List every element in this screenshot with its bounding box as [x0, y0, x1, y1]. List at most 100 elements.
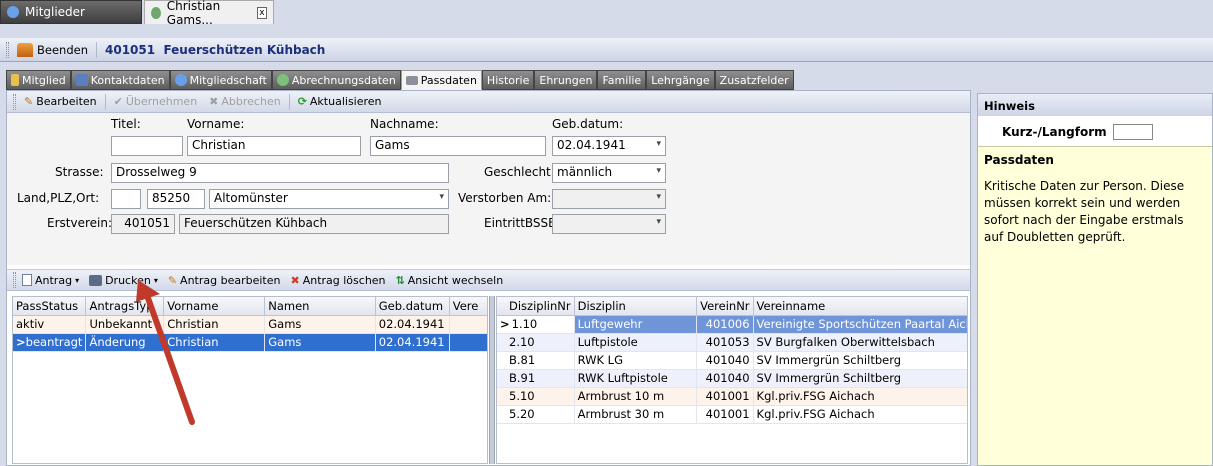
city-select[interactable]: Altomünster ▾ — [209, 189, 449, 209]
table-cell: RWK LG — [574, 351, 698, 370]
table-cell: RWK Luftpistole — [574, 369, 698, 388]
tab-person[interactable]: Christian Gams... x — [144, 0, 274, 27]
column-header[interactable]: Disziplin — [574, 297, 698, 316]
application-label: Antrag — [35, 273, 73, 287]
refresh-button[interactable]: ⟳ Aktualisieren — [294, 95, 386, 108]
table-row[interactable]: 5.20 Armbrust 30 m 401001 Kgl.priv.FSG A… — [497, 405, 967, 424]
title-field[interactable] — [111, 136, 183, 156]
cell-text: 1.10 — [511, 317, 538, 331]
table-cell: 2.10 — [497, 333, 575, 352]
exit-icon — [17, 42, 33, 57]
hint-header: Hinweis — [978, 94, 1212, 116]
discipline-header-row: DisziplinNr Disziplin VereinNr Vereinnam… — [497, 297, 967, 316]
toolbar-grip — [6, 41, 9, 58]
table-cell: Luftpistole — [574, 333, 698, 352]
chevron-down-icon[interactable]: ▾ — [75, 276, 79, 285]
tab-label: Mitgliedschaft — [189, 73, 267, 87]
cancel-label: Abbrechen — [221, 95, 281, 108]
table-cell: SV Burgfalken Oberwittelsbach — [753, 333, 967, 352]
delete-application-label: Antrag löschen — [302, 273, 386, 287]
firstname-field[interactable]: Christian — [187, 136, 361, 156]
table-row[interactable]: 2.10 Luftpistole 401053 SV Burgfalken Ob… — [497, 333, 967, 352]
switch-view-button[interactable]: ⇅ Ansicht wechseln — [392, 274, 508, 287]
city-value: Altomünster — [214, 191, 288, 205]
bssb-field[interactable]: ▾ — [552, 214, 666, 234]
billing-icon — [276, 74, 289, 86]
tab-mitglieder[interactable]: Mitglieder — [0, 0, 142, 24]
lastname-field[interactable]: Gams — [370, 136, 546, 156]
table-cell: 401001 — [696, 387, 754, 406]
table-row[interactable]: B.91 RWK Luftpistole 401040 SV Immergrün… — [497, 369, 967, 388]
table-row-selected[interactable]: >beantragt Änderung Christian Gams 02.04… — [13, 333, 487, 352]
edit-toolbar: ✎ Bearbeiten ✔ Übernehmen ✖ Abbrechen ⟳ Aktu… — [7, 91, 970, 113]
tab-zusatzfelder[interactable]: Zusatzfelder — [714, 70, 794, 90]
gender-label: Geschlecht: — [484, 165, 555, 179]
toolbar-grip — [13, 272, 16, 288]
table-cell: Gams — [264, 333, 376, 352]
column-header[interactable]: DisziplinNr — [497, 297, 575, 316]
grid-splitter[interactable] — [489, 296, 495, 464]
toggle-label: Kurz-/Langform — [1002, 125, 1107, 139]
separator — [288, 93, 290, 110]
tab-abrechnungsdaten[interactable]: Abrechnungsdaten — [271, 70, 401, 90]
chevron-down-icon[interactable]: ▾ — [439, 192, 444, 202]
edit-button[interactable]: ✎ Bearbeiten — [20, 95, 101, 108]
application-button[interactable]: Antrag ▾ — [18, 274, 83, 287]
short-long-toggle[interactable]: Kurz-/Langform — [1002, 124, 1153, 140]
column-header[interactable]: PassStatus — [13, 297, 87, 316]
chevron-down-icon[interactable]: ▾ — [656, 217, 661, 227]
tab-label: Abrechnungsdaten — [291, 73, 396, 87]
discipline-table: DisziplinNr Disziplin VereinNr Vereinnam… — [497, 297, 967, 424]
birthdate-field[interactable]: 02.04.1941 ▾ — [552, 136, 666, 156]
column-header[interactable]: VereinNr — [696, 297, 754, 316]
apply-button[interactable]: ✔ Übernehmen — [110, 95, 202, 108]
zip-field[interactable]: 85250 — [147, 189, 205, 209]
pass-header-row: PassStatus AntragsTyp Vorname Namen Geb.… — [13, 297, 487, 316]
chevron-down-icon[interactable]: ▾ — [656, 166, 661, 176]
tab-familie[interactable]: Familie — [597, 70, 647, 90]
table-cell: 401053 — [696, 333, 754, 352]
column-header[interactable]: Vereinname — [753, 297, 967, 316]
bssb-label: EintrittBSSB: — [484, 216, 561, 230]
cancel-button[interactable]: ✖ Abbrechen — [205, 95, 285, 108]
column-header[interactable]: Geb.datum — [375, 297, 450, 316]
pass-table: PassStatus AntragsTyp Vorname Namen Geb.… — [13, 297, 487, 352]
delete-application-button[interactable]: ✖ Antrag löschen — [286, 274, 389, 287]
firstclub-nr-field[interactable]: 401051 — [111, 214, 175, 234]
tab-historie[interactable]: Historie — [481, 70, 535, 90]
pencil-icon: ✎ — [24, 95, 34, 108]
exit-button[interactable]: Beenden — [17, 42, 88, 57]
toggle-switch[interactable] — [1112, 124, 1153, 140]
table-cell: 5.20 — [497, 405, 575, 424]
birthdate-value: 02.04.1941 — [557, 138, 626, 152]
cross-icon: ✖ — [209, 95, 219, 108]
table-row-selected[interactable]: >1.10 Luftgewehr 401006 Vereinigte Sport… — [497, 315, 967, 334]
tab-lehrgaenge[interactable]: Lehrgänge — [646, 70, 715, 90]
table-row[interactable]: B.81 RWK LG 401040 SV Immergrün Schiltbe… — [497, 351, 967, 370]
deceased-field[interactable]: ▾ — [552, 189, 666, 209]
gender-select[interactable]: männlich ▾ — [552, 163, 666, 183]
separator — [104, 93, 106, 110]
firstclub-name-field[interactable]: Feuerschützen Kühbach — [179, 214, 449, 234]
tab-mitgliedschaft[interactable]: Mitgliedschaft — [169, 70, 272, 90]
tab-kontaktdaten[interactable]: Kontaktdaten — [70, 70, 170, 90]
location-label: Land,PLZ,Ort: — [17, 191, 100, 205]
tab-person-label: Christian Gams... — [166, 0, 221, 27]
country-field[interactable] — [111, 189, 141, 209]
street-field[interactable]: Drosselweg 9 — [111, 163, 449, 183]
tab-passdaten[interactable]: Passdaten — [400, 70, 482, 90]
chevron-down-icon[interactable]: ▾ — [656, 139, 661, 149]
firstname-label: Vorname: — [187, 117, 245, 131]
table-row[interactable]: aktiv Unbekannt Christian Gams 02.04.194… — [13, 315, 487, 334]
close-icon[interactable]: x — [256, 6, 267, 19]
column-header[interactable]: Namen — [264, 297, 376, 316]
tab-mitglieder-label: Mitglieder — [25, 5, 85, 19]
tab-mitglied[interactable]: Mitglied — [6, 70, 71, 90]
tab-ehrungen[interactable]: Ehrungen — [534, 70, 598, 90]
column-header[interactable]: Vere — [449, 297, 487, 316]
chevron-down-icon[interactable]: ▾ — [656, 192, 661, 202]
deceased-label: Verstorben Am: — [458, 191, 552, 205]
table-row[interactable]: 5.10 Armbrust 10 m 401001 Kgl.priv.FSG A… — [497, 387, 967, 406]
delete-icon: ✖ — [290, 273, 300, 287]
printer-icon — [89, 274, 103, 286]
